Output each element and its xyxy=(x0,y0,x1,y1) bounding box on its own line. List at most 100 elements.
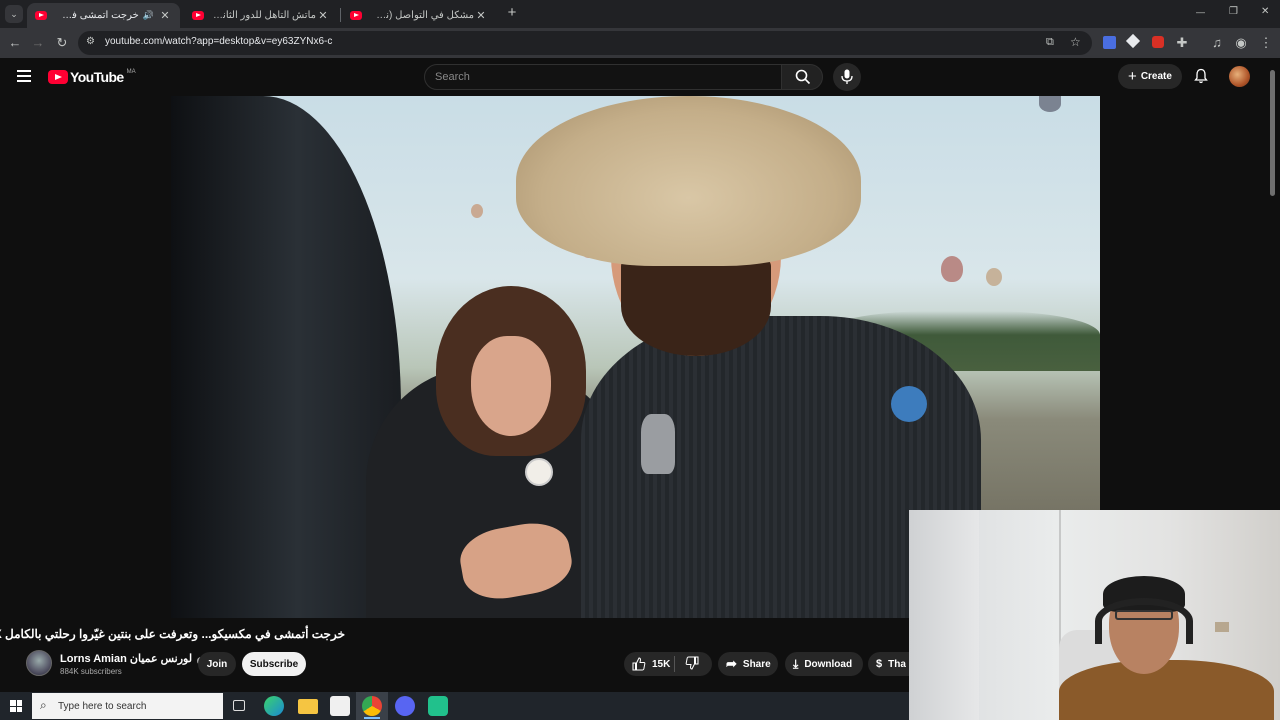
chrome-menu-icon[interactable]: ⋮ xyxy=(1258,35,1274,51)
thumbs-down-icon xyxy=(685,656,699,670)
tab-1[interactable]: خرجت أتمشى في مكسيكو... 🔊 ✕ xyxy=(27,3,180,28)
thumbs-up-icon xyxy=(632,657,646,671)
cowboy-hat xyxy=(516,96,861,266)
download-icon: ⤓ xyxy=(793,656,799,671)
youtube-logo[interactable]: YouTube MA xyxy=(48,69,136,85)
hot-air-balloon xyxy=(1039,96,1061,112)
back-arrow-icon[interactable]: ← xyxy=(7,35,23,51)
youtube-wordmark: YouTube xyxy=(70,69,124,85)
thanks-label: Tha xyxy=(888,658,906,670)
region-code: MA xyxy=(126,69,136,75)
task-view-icon[interactable] xyxy=(233,700,245,711)
create-button[interactable]: + Create xyxy=(1118,64,1182,89)
tab-1-title: خرجت أتمشى في مكسيكو... xyxy=(55,10,139,21)
download-label: Download xyxy=(804,658,853,670)
account-avatar[interactable] xyxy=(1229,66,1250,87)
webcam-overlay xyxy=(909,510,1280,720)
profile-icon[interactable]: ◉ xyxy=(1233,35,1249,51)
speaker-icon[interactable]: 🔊 xyxy=(143,10,154,21)
search-input[interactable]: Search xyxy=(424,64,782,90)
windows-taskbar: ⌕ Type here to search xyxy=(0,692,909,720)
youtube-play-icon xyxy=(48,70,68,84)
tab-3-title: مشكل في التواصل (نظرية البراكـ xyxy=(370,10,474,21)
restore-button[interactable]: ❐ xyxy=(1229,6,1238,17)
taskbar-search-box[interactable]: ⌕ Type here to search xyxy=(32,693,223,719)
forward-arrow-icon[interactable]: → xyxy=(30,35,46,51)
reload-icon[interactable]: ↻ xyxy=(54,35,70,51)
lapel-microphone xyxy=(641,414,675,474)
tab-2[interactable]: ماتش التأهل للدور الثاني؟ (التشكـ ✕ xyxy=(184,3,338,28)
youtube-favicon-icon xyxy=(35,11,47,20)
tab-2-close-icon[interactable]: ✕ xyxy=(316,9,330,22)
download-button[interactable]: ⤓ Download xyxy=(785,652,863,676)
share-label: Share xyxy=(742,658,771,670)
channel-name-text: Lorns Amian لورنس عميان xyxy=(60,653,193,665)
tab-3-close-icon[interactable]: ✕ xyxy=(474,9,488,22)
taskbar-search-placeholder: Type here to search xyxy=(58,700,147,712)
extension-diamond-icon[interactable] xyxy=(1125,33,1141,49)
video-title: خرجت أتمشى في مكسيكو... وتعرفت على بنتين… xyxy=(0,627,345,641)
windows-start-icon[interactable] xyxy=(10,700,22,712)
microsoft-store-icon[interactable] xyxy=(330,696,350,716)
discord-icon[interactable] xyxy=(395,696,415,716)
subscriber-count: 884K subscribers xyxy=(60,667,122,676)
dislike-button[interactable] xyxy=(675,656,699,673)
voice-search-button[interactable] xyxy=(833,63,861,91)
extensions-puzzle-icon[interactable]: ✚ xyxy=(1174,35,1190,51)
app-green-icon[interactable] xyxy=(428,696,448,716)
sweater-logo-patch xyxy=(891,386,927,422)
site-info-icon[interactable]: ⚙ xyxy=(86,36,95,47)
tab-search-button[interactable]: ⌄ xyxy=(5,5,23,23)
file-explorer-icon[interactable] xyxy=(298,699,318,714)
search-icon xyxy=(795,69,811,85)
tab-2-title: ماتش التأهل للدور الثاني؟ (التشكـ xyxy=(212,10,316,21)
join-button[interactable]: Join xyxy=(198,652,236,676)
close-window-button[interactable]: ✕ xyxy=(1261,6,1269,17)
chrome-icon[interactable] xyxy=(362,696,382,716)
page-scrollbar[interactable] xyxy=(1270,70,1275,196)
edge-browser-icon[interactable] xyxy=(264,696,284,716)
like-button[interactable]: 15K xyxy=(624,657,674,671)
browser-toolbar: ← → ↻ ⚙ youtube.com/watch?app=desktop&v=… xyxy=(0,28,1280,58)
channel-name[interactable]: Lorns Amian لورنس عميان ✓ xyxy=(60,652,206,665)
search-placeholder: Search xyxy=(435,71,470,83)
tab-3[interactable]: مشكل في التواصل (نظرية البراكـ ✕ xyxy=(342,3,496,28)
browser-tab-strip: ⌄ خرجت أتمشى في مكسيكو... 🔊 ✕ ماتش التأه… xyxy=(0,0,1280,28)
person-hoodie xyxy=(1059,660,1274,720)
search-button[interactable] xyxy=(781,64,823,90)
jacket-pin xyxy=(525,458,553,486)
extension-red-icon[interactable] xyxy=(1152,36,1164,48)
like-count: 15K xyxy=(652,658,671,670)
share-button[interactable]: ➦ Share xyxy=(718,652,778,676)
wall-sticker xyxy=(1215,622,1229,632)
hamburger-menu-icon[interactable] xyxy=(17,70,31,82)
microphone-icon xyxy=(841,69,853,84)
url-text[interactable]: youtube.com/watch?app=desktop&v=ey63ZYNx… xyxy=(105,36,332,47)
thanks-button[interactable]: $ Tha xyxy=(868,652,910,676)
tab-1-close-icon[interactable]: ✕ xyxy=(158,9,172,22)
hot-air-balloon xyxy=(471,204,483,218)
youtube-favicon-icon xyxy=(192,11,204,20)
hot-air-balloon xyxy=(941,256,963,282)
minimize-button[interactable]: — xyxy=(1196,7,1205,17)
channel-avatar[interactable] xyxy=(26,650,52,676)
door-frame xyxy=(909,510,979,720)
plus-icon: + xyxy=(1128,68,1137,85)
notifications-bell-icon[interactable] xyxy=(1193,68,1209,84)
install-app-icon[interactable]: ⧉ xyxy=(1046,36,1054,49)
translate-extension-icon[interactable] xyxy=(1103,36,1116,49)
address-bar[interactable]: ⚙ youtube.com/watch?app=desktop&v=ey63ZY… xyxy=(78,31,1092,55)
bookmark-star-icon[interactable]: ☆ xyxy=(1070,35,1081,49)
active-app-indicator xyxy=(364,717,380,719)
share-arrow-icon: ➦ xyxy=(726,656,737,671)
youtube-favicon-icon xyxy=(350,11,362,20)
tab-separator xyxy=(340,8,341,22)
create-label: Create xyxy=(1140,71,1172,82)
headphones xyxy=(1095,598,1193,644)
hot-air-balloon xyxy=(986,268,1002,286)
magnifier-icon: ⌕ xyxy=(40,698,47,712)
youtube-masthead: YouTube MA Search + Create xyxy=(0,58,1280,95)
new-tab-button[interactable]: + xyxy=(504,5,520,21)
media-controls-icon[interactable]: ♫ xyxy=(1209,35,1225,51)
subscribe-button[interactable]: Subscribe xyxy=(242,652,306,676)
